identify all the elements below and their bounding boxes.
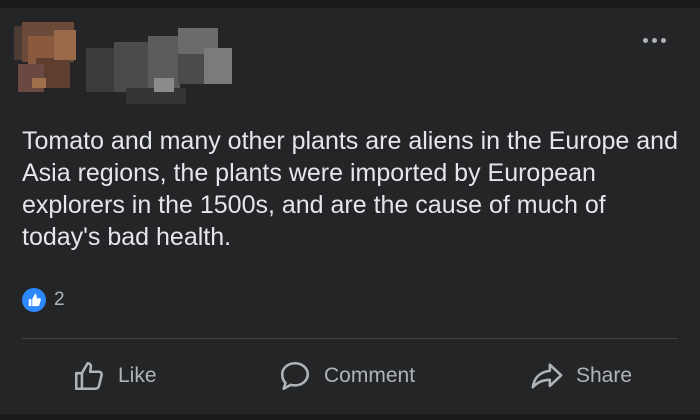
like-reaction-icon: [22, 288, 46, 312]
censored-author-area: [14, 18, 254, 104]
reactions-summary[interactable]: 2: [22, 287, 65, 313]
share-button[interactable]: Share: [530, 348, 632, 404]
thumbs-up-icon: [74, 361, 103, 391]
share-icon: [531, 363, 563, 389]
post-card: Tomato and many other plants are aliens …: [0, 0, 700, 420]
comment-button[interactable]: Comment: [278, 348, 415, 404]
more-options-button[interactable]: [636, 30, 672, 50]
bottom-divider-band: [0, 414, 700, 420]
comment-label: Comment: [324, 364, 416, 387]
post-text: Tomato and many other plants are aliens …: [22, 127, 678, 251]
more-icon: [642, 37, 648, 43]
top-divider-band: [0, 0, 700, 8]
share-label: Share: [576, 364, 633, 387]
comment-icon: [280, 361, 310, 391]
post-actions-bar: Like Comment Share: [0, 348, 700, 404]
reaction-count: 2: [54, 289, 65, 310]
like-button[interactable]: Like: [72, 348, 157, 404]
actions-divider: [22, 338, 678, 339]
like-label: Like: [118, 364, 157, 387]
